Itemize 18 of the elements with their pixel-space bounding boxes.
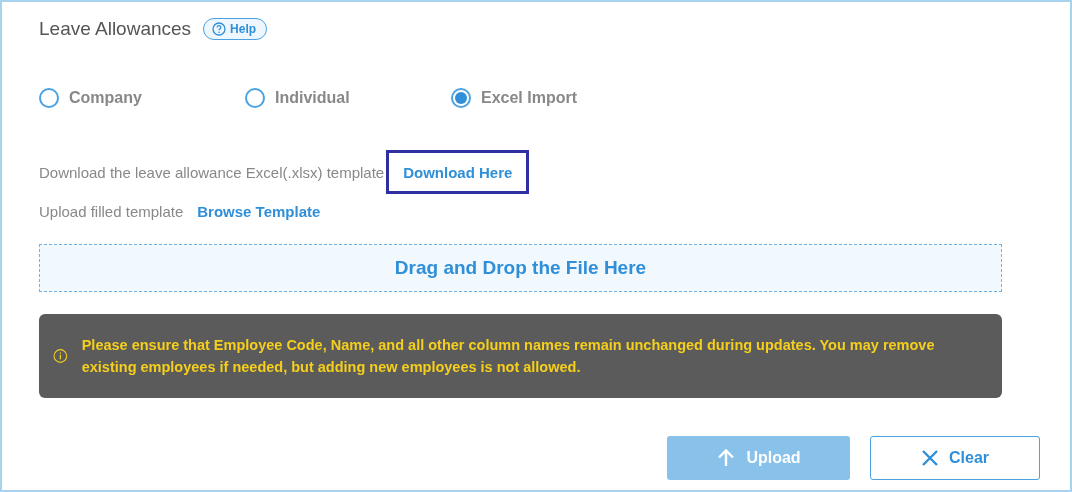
radio-button[interactable] <box>245 88 265 108</box>
help-icon <box>212 22 227 36</box>
help-button[interactable]: Help <box>203 18 268 40</box>
download-link[interactable]: Download Here <box>386 150 530 194</box>
arrow-up-icon <box>716 448 737 468</box>
close-icon <box>921 449 939 467</box>
radio-button[interactable] <box>39 88 59 108</box>
page-title: Leave Allowances <box>39 18 192 40</box>
radio-option[interactable]: Company <box>39 88 245 108</box>
radio-option[interactable]: Individual <box>245 88 451 108</box>
clear-button[interactable]: Clear <box>870 436 1040 480</box>
browse-link[interactable]: Browse Template <box>197 202 321 220</box>
radio-option[interactable]: Excel Import <box>451 88 578 108</box>
warning-text: Please ensure that Employee Code, Name, and all other column names remain unchanged during updates. You may remove existing employees if needed, but adding new employees is not allowed. <box>81 336 936 377</box>
radio-button[interactable] <box>451 88 471 108</box>
drop-zone[interactable]: Drag and Drop the File Here <box>39 244 1002 292</box>
instruction-text: Upload filled template <box>39 202 184 220</box>
instruction-text: Download the leave allowance Excel(.xlsx) template <box>39 163 385 181</box>
